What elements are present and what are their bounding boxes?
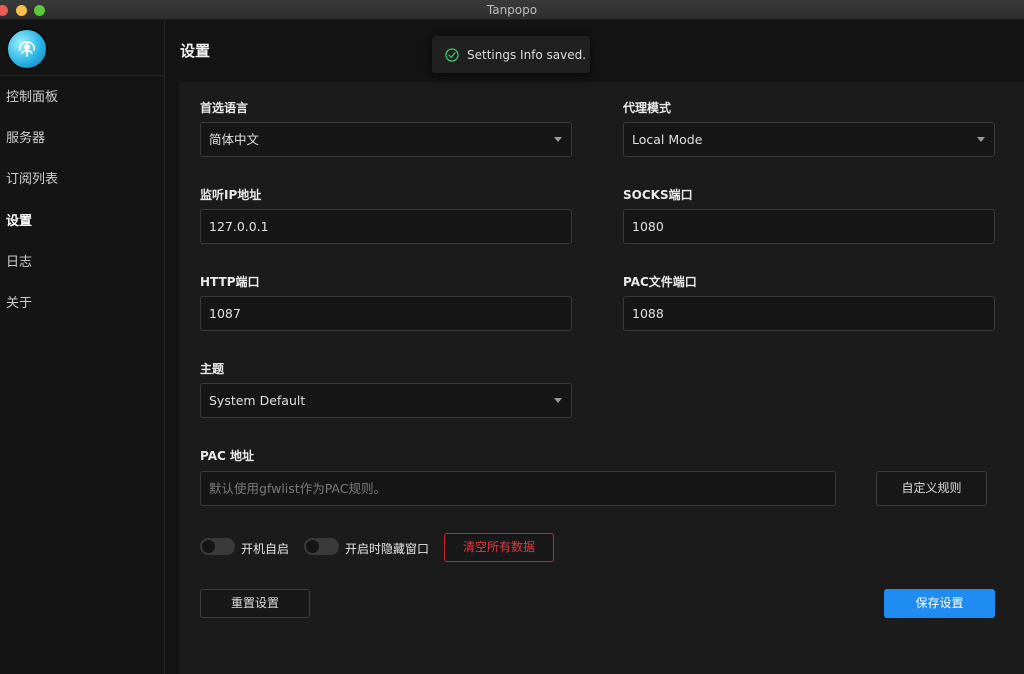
pac-port-input[interactable]: 1088 [623,296,995,331]
sidebar-divider [0,75,164,76]
language-label: 首选语言 [200,101,249,115]
theme-label: 主题 [200,362,225,376]
toggle-knob [202,540,215,553]
autostart-toggle[interactable] [200,538,235,555]
language-select-value: 简体中文 [209,132,260,147]
http-port-label: HTTP端口 [200,275,260,289]
hide-window-toggle[interactable] [304,538,339,555]
reset-settings-button[interactable]: 重置设置 [200,589,310,618]
socks-port-label: SOCKS端口 [623,188,693,202]
window-titlebar: Tanpopo [0,0,1024,20]
app-logo [6,28,48,70]
save-toast: Settings Info saved. [432,36,590,73]
pac-address-input[interactable]: 默认使用gfwlist作为PAC规则。 [200,471,836,506]
main-content: 设置 首选语言 简体中文 代理模式 Local Mode 监听IP地址 127.… [165,20,1024,674]
listen-ip-label: 监听IP地址 [200,188,262,202]
toast-message: Settings Info saved. [467,47,587,62]
custom-rules-button[interactable]: 自定义规则 [876,471,987,506]
dandelion-icon [19,41,35,57]
sidebar-item-about[interactable]: 关于 [0,284,164,324]
window-title: Tanpopo [486,3,538,17]
sidebar-item-servers[interactable]: 服务器 [0,119,164,159]
pac-address-label: PAC 地址 [200,449,254,463]
sidebar-item-dashboard[interactable]: 控制面板 [0,78,164,118]
http-port-input[interactable]: 1087 [200,296,572,331]
theme-select-value: System Default [209,393,306,408]
proxy-mode-select-value: Local Mode [632,132,703,147]
language-select[interactable]: 简体中文 [200,122,572,157]
settings-panel: 首选语言 简体中文 代理模式 Local Mode 监听IP地址 127.0.0… [179,82,1024,674]
save-settings-button[interactable]: 保存设置 [884,589,995,618]
pac-port-label: PAC文件端口 [623,275,697,289]
chevron-down-icon [554,398,562,403]
page-title: 设置 [180,42,211,60]
proxy-mode-label: 代理模式 [623,101,672,115]
theme-select[interactable]: System Default [200,383,572,418]
socks-port-input[interactable]: 1080 [623,209,995,244]
sidebar: 控制面板 服务器 订阅列表 设置 日志 关于 [0,20,165,674]
sidebar-item-settings[interactable]: 设置 [0,202,164,242]
clear-all-data-button[interactable]: 清空所有数据 [444,533,554,562]
autostart-label: 开机自启 [241,542,290,556]
sidebar-item-subscriptions[interactable]: 订阅列表 [0,160,164,200]
listen-ip-input[interactable]: 127.0.0.1 [200,209,572,244]
check-circle-icon [445,47,459,62]
proxy-mode-select[interactable]: Local Mode [623,122,995,157]
sidebar-item-logs[interactable]: 日志 [0,243,164,283]
chevron-down-icon [977,137,985,142]
chevron-down-icon [554,137,562,142]
hide-window-label: 开启时隐藏窗口 [345,542,430,556]
toggle-knob [306,540,319,553]
